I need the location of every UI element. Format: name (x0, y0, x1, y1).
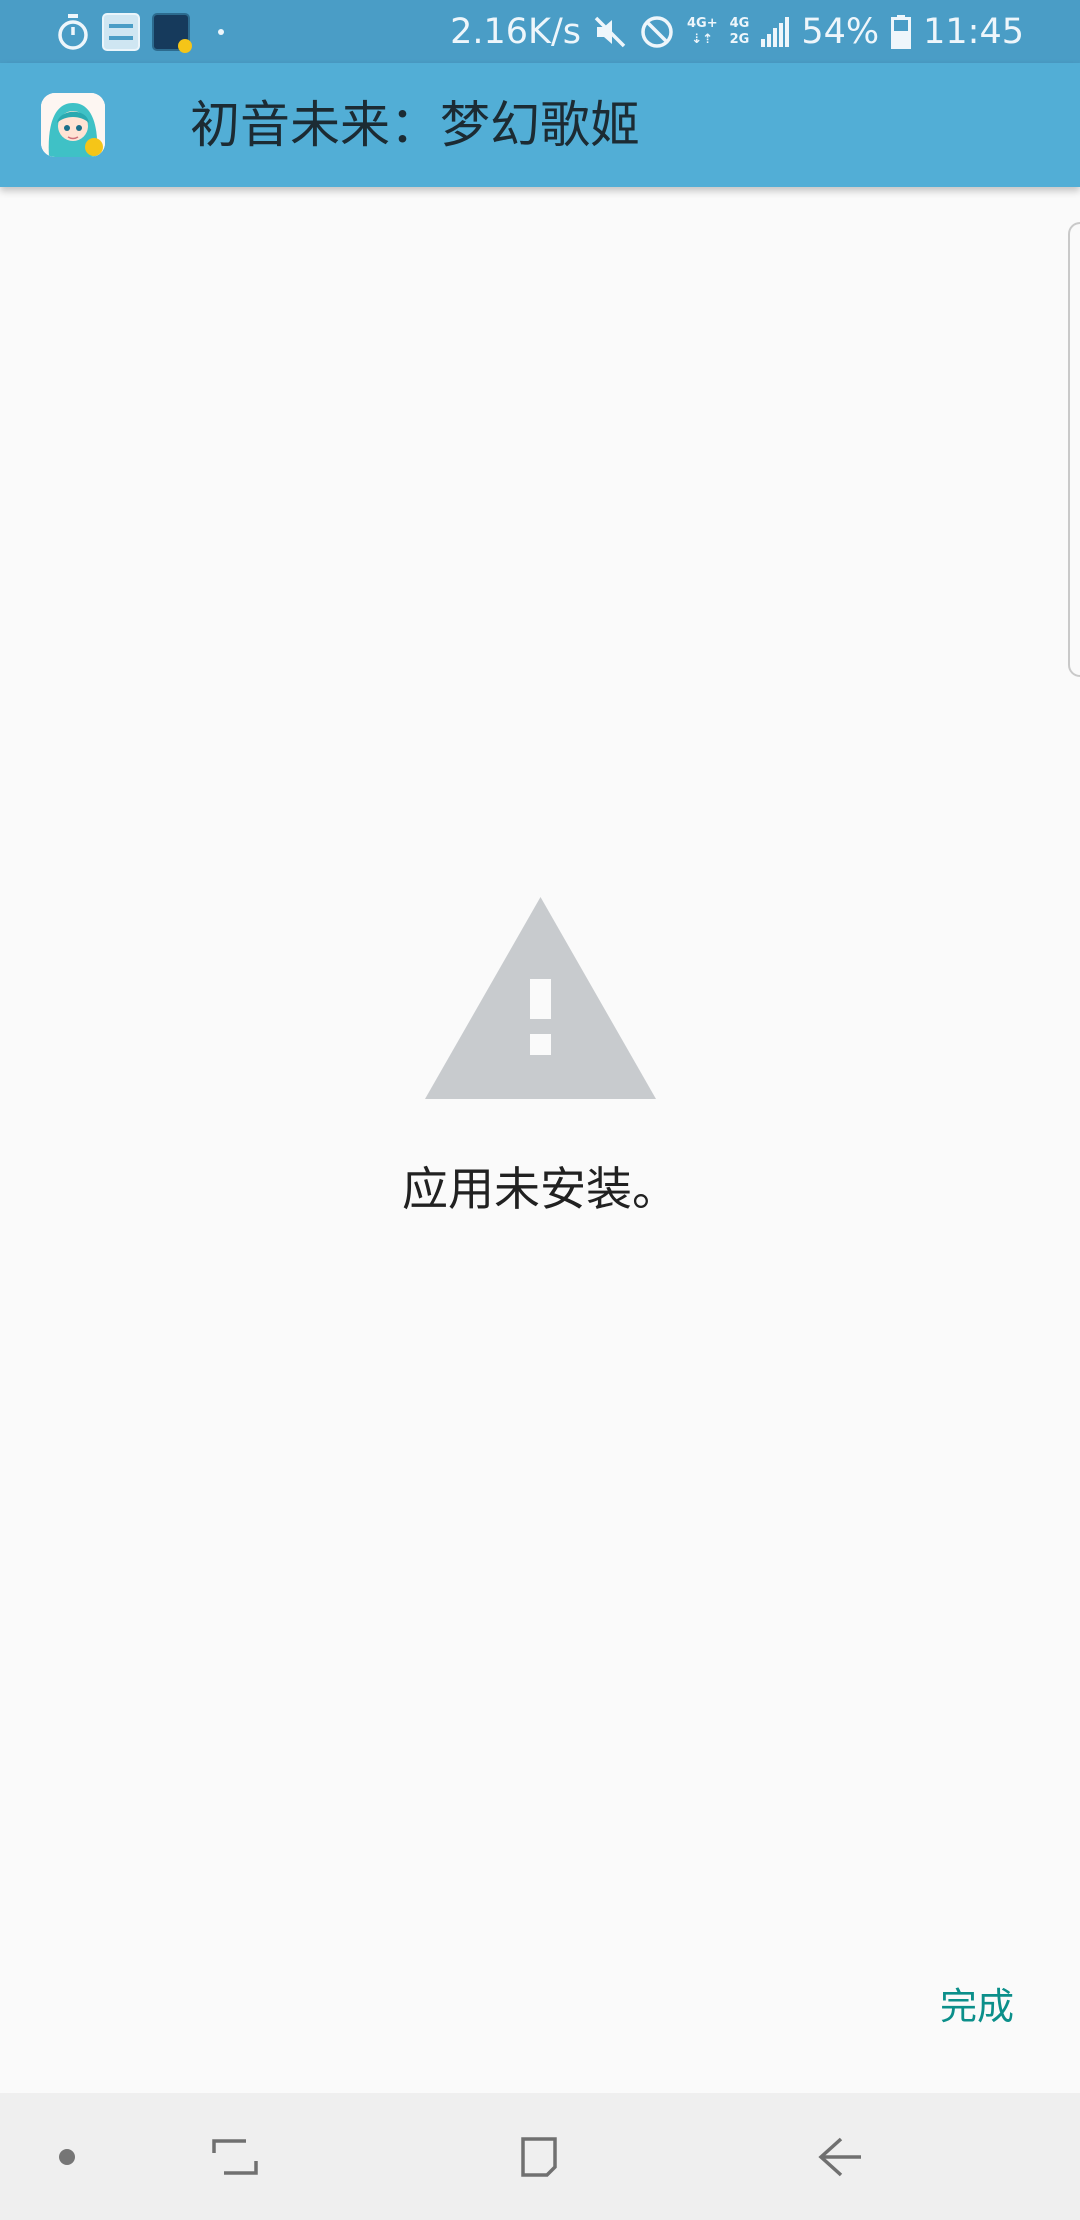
clock: 11:45 (923, 12, 1024, 52)
game-notification-icon (152, 13, 192, 53)
app-notification-icon (102, 13, 140, 51)
notification-icons (56, 10, 236, 54)
pin-dot-icon[interactable] (59, 2149, 75, 2165)
installer-header: 初音未来：梦幻歌姬 (0, 63, 1080, 187)
navigation-bar (0, 2093, 1080, 2220)
edge-panel-handle[interactable] (1068, 222, 1080, 677)
package-installer-screen: 2.16K/s 4G+ ⇣⇡ 4G 2G 54% 11:45 初音未来：梦幻歌姬… (0, 0, 1080, 2220)
app-title: 初音未来：梦幻歌姬 (190, 96, 640, 154)
signal-icon (761, 17, 790, 47)
status-bar: 2.16K/s 4G+ ⇣⇡ 4G 2G 54% 11:45 (0, 0, 1080, 63)
system-status: 2.16K/s 4G+ ⇣⇡ 4G 2G 54% 11:45 (450, 8, 1024, 56)
hatsune-miku-app-icon (41, 93, 105, 157)
network-type-1: 4G+ ⇣⇡ (687, 16, 718, 48)
back-icon[interactable] (815, 2133, 865, 2181)
do-not-disturb-icon (641, 16, 673, 48)
install-status-message: 应用未安装。 (402, 1162, 678, 1216)
network-1-top: 4G+ (687, 16, 718, 31)
recents-icon[interactable] (210, 2133, 260, 2181)
mute-icon (594, 16, 626, 48)
battery-icon (891, 15, 912, 49)
warning-icon (425, 897, 656, 1099)
done-button[interactable]: 完成 (940, 1976, 1014, 2030)
network-2-bottom: 2G (729, 32, 750, 47)
network-2-top: 4G (729, 16, 750, 31)
network-1-bottom: ⇣⇡ (691, 32, 714, 47)
home-icon[interactable] (513, 2133, 563, 2181)
battery-percent: 54% (801, 12, 880, 52)
timer-icon (58, 14, 88, 50)
network-type-2: 4G 2G (730, 16, 750, 48)
more-notifications-dot (218, 29, 224, 35)
net-speed: 2.16K/s (450, 12, 581, 52)
